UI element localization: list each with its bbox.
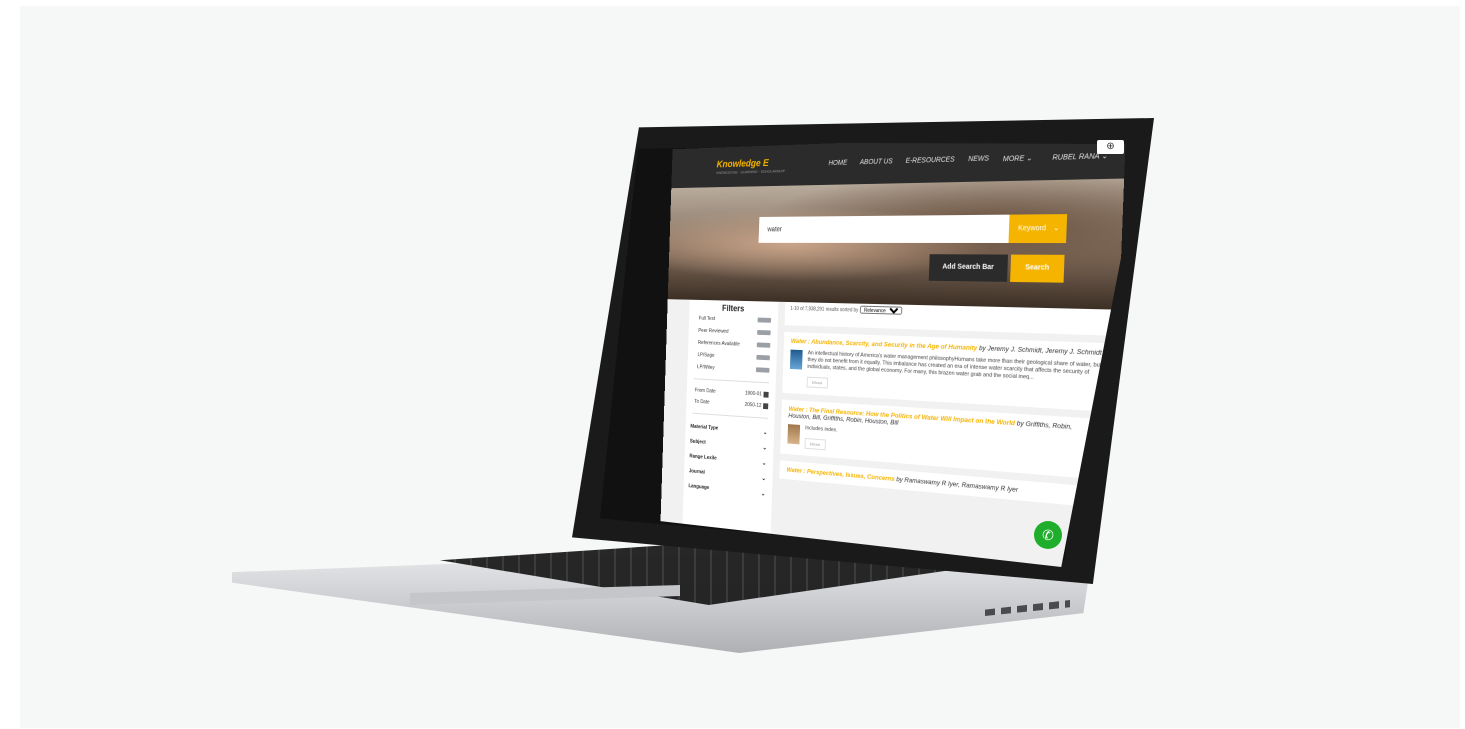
brand-logo[interactable]: Knowledge E KNOWLEDGE · LEARNING · SCHOL… (716, 158, 785, 175)
calendar-icon[interactable] (763, 391, 769, 398)
nav-item-news[interactable]: NEWS (968, 155, 989, 164)
result-body: An intellectual history of America's wat… (789, 349, 1102, 405)
chevron-down-icon: ⌄ (1053, 224, 1060, 233)
laptop-screen: Knowledge E KNOWLEDGE · LEARNING · SCHOL… (601, 142, 1143, 567)
toggle-switch[interactable] (757, 317, 772, 323)
divider (692, 412, 768, 419)
toggle-switch[interactable] (756, 342, 771, 348)
filters-panel: Filters Full Text Peer Reviewed Referenc… (681, 299, 779, 550)
result-title-link[interactable]: Water : Perspectives, Issues, Concerns (786, 467, 894, 483)
nav-item-home[interactable]: HOME (828, 160, 847, 168)
book-cover[interactable] (787, 424, 801, 445)
format-badge: EBook (806, 376, 828, 389)
divider (693, 378, 770, 384)
result-authors: by Ramaswamy R Iyer, Ramaswamy R Iyer (894, 475, 1019, 494)
to-date-label: To Date (694, 398, 710, 406)
sort-select[interactable]: Relevance (859, 305, 903, 315)
result-card: Water : Abundance, Scarcity, and Securit… (782, 331, 1112, 412)
chevron-down-icon: ⌄ (762, 429, 768, 436)
toggle-switch[interactable] (756, 354, 770, 361)
results-panel: 1-10 of 7,938,291 results sorted by Rele… (777, 301, 1113, 567)
format-badge: EBook (804, 437, 826, 451)
facet-label: Subject (689, 438, 706, 446)
whatsapp-icon[interactable]: ✆ (1034, 521, 1062, 549)
result-authors: by Jeremy J. Schmidt, Jeremy J. Schmidt (977, 344, 1102, 358)
facet-label: Language (688, 483, 710, 491)
chevron-down-icon: ⌄ (761, 460, 767, 467)
nav-item-e-resources[interactable]: E-RESOURCES (906, 156, 955, 166)
toggle-switch[interactable] (757, 330, 771, 336)
from-date-label: From Date (694, 387, 716, 395)
chevron-down-icon: ⌄ (760, 490, 766, 497)
book-cover[interactable] (789, 349, 803, 370)
facet-label: Material Type (690, 423, 719, 432)
facet-label: Range Lexile (689, 453, 717, 462)
filter-label: LP/Sage (697, 351, 715, 359)
search-input[interactable]: water (758, 214, 1010, 244)
main-menu: HOME ABOUT US E-RESOURCES NEWS MORE ⌄ (828, 154, 1032, 168)
from-date-value: 1900-01 (744, 390, 762, 398)
logo-tagline: KNOWLEDGE · LEARNING · SCHOLARSHIP (716, 168, 785, 175)
search-type-label: Keyword (1017, 224, 1047, 233)
hero-banner: water Keyword ⌄ Add Search Bar Search (667, 178, 1125, 310)
chevron-down-icon: ⌄ (762, 444, 767, 451)
calendar-icon[interactable] (763, 403, 769, 410)
filter-label: LP/Wiley (697, 363, 715, 371)
filter-label: Full Text (698, 315, 716, 322)
web-page: Knowledge E KNOWLEDGE · LEARNING · SCHOL… (660, 142, 1126, 567)
nav-item-about[interactable]: ABOUT US (860, 158, 893, 167)
facet-label: Journal (688, 468, 705, 476)
search-type-dropdown[interactable]: Keyword ⌄ (1008, 214, 1068, 244)
search-button[interactable]: Search (1010, 254, 1065, 283)
results-count: 1-10 of 7,938,291 results sorted by (790, 305, 859, 314)
filter-label: Peer Reviewed (698, 327, 729, 335)
filter-label: References Available (697, 339, 740, 347)
accessibility-icon[interactable]: ⊕ (1097, 140, 1124, 154)
add-search-bar-button[interactable]: Add Search Bar (928, 254, 1009, 282)
result-description: An intellectual history of America's wat… (807, 350, 1102, 381)
to-date-value: 2050-12 (744, 402, 762, 409)
nav-item-more[interactable]: MORE ⌄ (1003, 154, 1033, 163)
toggle-switch[interactable] (755, 367, 770, 373)
result-description: Includes index. (805, 425, 838, 434)
chevron-down-icon: ⌄ (761, 475, 766, 482)
